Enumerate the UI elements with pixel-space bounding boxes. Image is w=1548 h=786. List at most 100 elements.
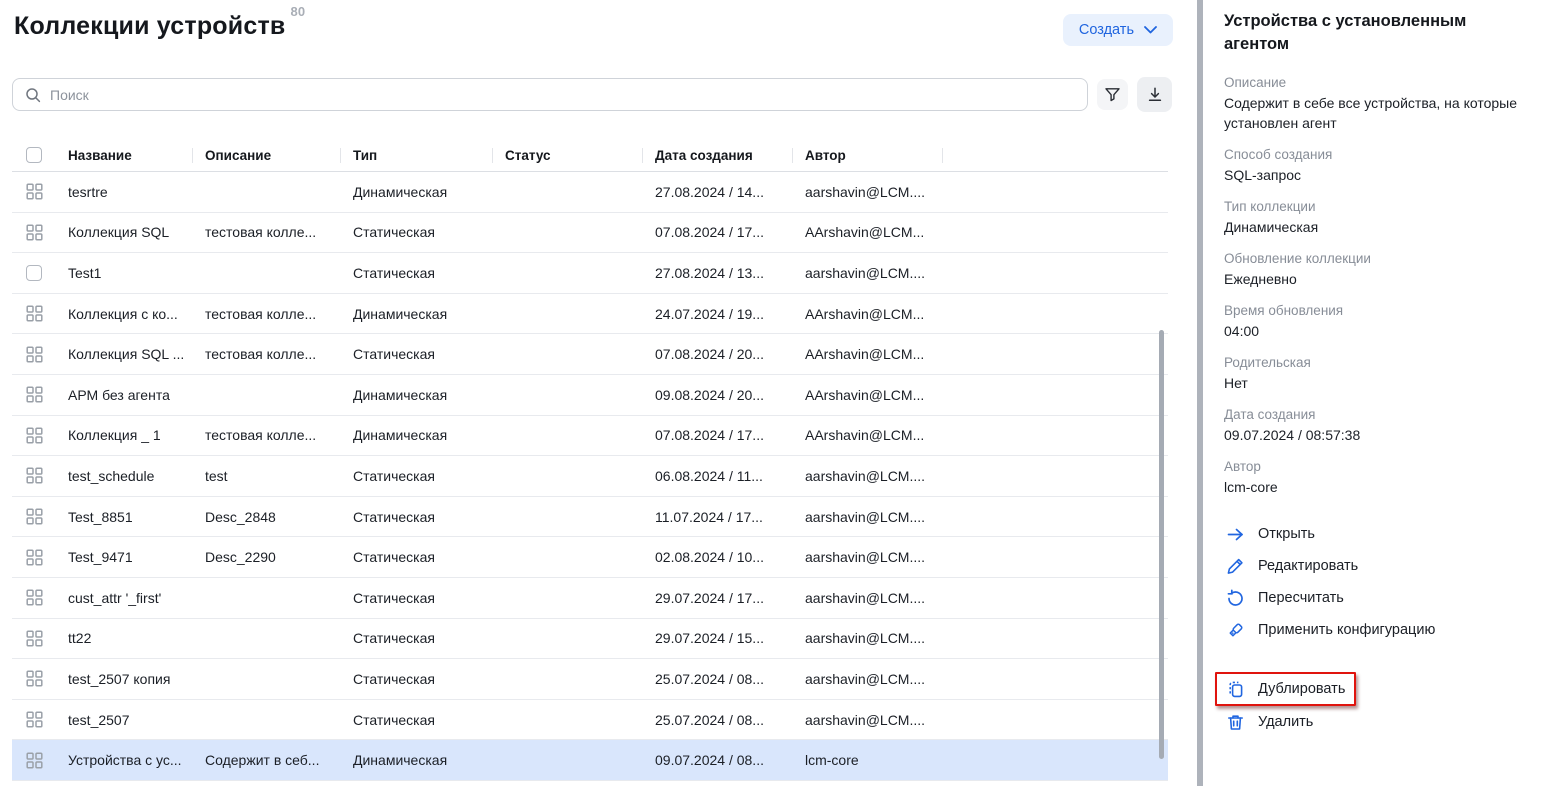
table-row[interactable]: Test_8851 Desc_2848 Статическая 11.07.20… (12, 497, 1168, 538)
cell-name: test_schedule (56, 468, 193, 484)
cell-description: test (193, 468, 341, 484)
table-row[interactable]: АРМ без агента Динамическая 09.08.2024 /… (12, 375, 1168, 416)
table-row[interactable]: Test_9471 Desc_2290 Статическая 02.08.20… (12, 537, 1168, 578)
filter-button[interactable] (1097, 79, 1128, 110)
create-button[interactable]: Создать (1063, 14, 1173, 46)
table-header: Название Описание Тип Статус Дата создан… (12, 139, 1168, 172)
cell-type: Статическая (341, 630, 493, 646)
cell-created: 29.07.2024 / 17... (643, 590, 793, 606)
cell-author: AArshavin@LCM... (793, 346, 943, 362)
cell-name: АРМ без агента (56, 387, 193, 403)
column-header-type[interactable]: Тип (341, 148, 493, 163)
table-row[interactable]: cust_attr '_first' Статическая 29.07.202… (12, 578, 1168, 619)
table-row[interactable]: tesrtre Динамическая 27.08.2024 / 14... … (12, 172, 1168, 213)
column-header-created[interactable]: Дата создания (643, 148, 793, 163)
row-leading (12, 630, 56, 647)
action-duplicate[interactable]: Дублировать (1215, 672, 1356, 706)
cell-type: Статическая (341, 224, 493, 240)
action-trash[interactable]: Удалить (1224, 706, 1315, 738)
action-apply-config[interactable]: Применить конфигурацию (1224, 614, 1437, 646)
cell-created: 27.08.2024 / 13... (643, 265, 793, 281)
table-row[interactable]: Коллекция с ко... тестовая колле... Дина… (12, 294, 1168, 335)
cell-name: Test_8851 (56, 509, 193, 525)
panel-field-value: 09.07.2024 / 08:57:38 (1224, 425, 1539, 445)
collection-grid-icon (26, 467, 43, 484)
cell-name: Коллекция _ 1 (56, 427, 193, 443)
row-leading (12, 224, 56, 241)
cell-created: 06.08.2024 / 11... (643, 468, 793, 484)
action-arrow-right[interactable]: Открыть (1224, 518, 1317, 550)
cell-type: Динамическая (341, 752, 493, 768)
page-header: Коллекции устройств80 Создать (0, 0, 1197, 46)
panel-field-label: Тип коллекции (1224, 197, 1530, 217)
cell-name: cust_attr '_first' (56, 590, 193, 606)
cell-author: aarshavin@LCM.... (793, 630, 943, 646)
pencil-icon (1226, 557, 1245, 576)
cell-type: Статическая (341, 590, 493, 606)
cell-type: Статическая (341, 671, 493, 687)
cell-created: 07.08.2024 / 17... (643, 427, 793, 443)
table-row[interactable]: Test1 Статическая 27.08.2024 / 13... aar… (12, 253, 1168, 294)
cell-created: 25.07.2024 / 08... (643, 671, 793, 687)
arrow-right-icon (1226, 525, 1245, 544)
search-icon (25, 87, 41, 103)
row-leading (12, 265, 56, 281)
collection-grid-icon (26, 630, 43, 647)
search-toolbar (0, 77, 1197, 112)
action-pencil[interactable]: Редактировать (1224, 550, 1360, 582)
cell-created: 11.07.2024 / 17... (643, 509, 793, 525)
collection-grid-icon (26, 752, 43, 769)
row-leading (12, 467, 56, 484)
table-row[interactable]: Устройства с ус... Содержит в себ... Дин… (12, 740, 1168, 781)
table-row[interactable]: Коллекция SQL ... тестовая колле... Стат… (12, 334, 1168, 375)
row-leading (12, 549, 56, 566)
cell-type: Статическая (341, 712, 493, 728)
cell-author: aarshavin@LCM.... (793, 712, 943, 728)
cell-created: 25.07.2024 / 08... (643, 712, 793, 728)
cell-type: Статическая (341, 346, 493, 362)
cell-type: Динамическая (341, 184, 493, 200)
panel-field-label: Дата создания (1224, 405, 1530, 425)
cell-created: 07.08.2024 / 20... (643, 346, 793, 362)
column-header-description[interactable]: Описание (193, 148, 341, 163)
table-row[interactable]: test_schedule test Статическая 06.08.202… (12, 456, 1168, 497)
cell-author: AArshavin@LCM... (793, 387, 943, 403)
cell-name: Test1 (56, 265, 193, 281)
cell-name: test_2507 копия (56, 671, 193, 687)
trash-icon (1226, 713, 1245, 732)
row-leading (12, 183, 56, 200)
cell-type: Статическая (341, 468, 493, 484)
row-checkbox[interactable] (26, 265, 42, 281)
table-row[interactable]: Коллекция SQL тестовая колле... Статичес… (12, 213, 1168, 254)
column-header-author[interactable]: Автор (793, 148, 943, 163)
collection-grid-icon (26, 386, 43, 403)
action-refresh[interactable]: Пересчитать (1224, 582, 1346, 614)
column-header-name[interactable]: Название (56, 148, 193, 163)
filter-funnel-icon (1104, 86, 1121, 103)
cell-author: aarshavin@LCM.... (793, 509, 943, 525)
cell-author: aarshavin@LCM.... (793, 265, 943, 281)
row-leading (12, 305, 56, 322)
table-row[interactable]: test_2507 копия Статическая 25.07.2024 /… (12, 659, 1168, 700)
cell-author: AArshavin@LCM... (793, 224, 943, 240)
cell-author: aarshavin@LCM.... (793, 671, 943, 687)
panel-field: Обновление коллекции Ежедневно (1224, 249, 1530, 289)
select-all-checkbox[interactable] (26, 147, 42, 163)
table-scrollbar-thumb[interactable] (1159, 330, 1164, 759)
table-row[interactable]: test_2507 Статическая 25.07.2024 / 08...… (12, 700, 1168, 741)
panel-field: Тип коллекции Динамическая (1224, 197, 1530, 237)
table-row[interactable]: Коллекция _ 1 тестовая колле... Динамиче… (12, 416, 1168, 457)
column-header-status[interactable]: Статус (493, 148, 643, 163)
table-row[interactable]: tt22 Статическая 29.07.2024 / 15... aars… (12, 619, 1168, 660)
collections-page: Коллекции устройств80 Создать Название О… (0, 0, 1197, 786)
collection-grid-icon (26, 224, 43, 241)
panel-field: Родительская Нет (1224, 353, 1530, 393)
search-box[interactable] (12, 78, 1088, 111)
cell-author: aarshavin@LCM.... (793, 468, 943, 484)
download-button[interactable] (1137, 77, 1172, 112)
cell-created: 24.07.2024 / 19... (643, 306, 793, 322)
panel-field-value: SQL-запрос (1224, 165, 1539, 185)
row-leading (12, 386, 56, 403)
panel-field-label: Обновление коллекции (1224, 249, 1530, 269)
search-input[interactable] (50, 87, 1075, 103)
